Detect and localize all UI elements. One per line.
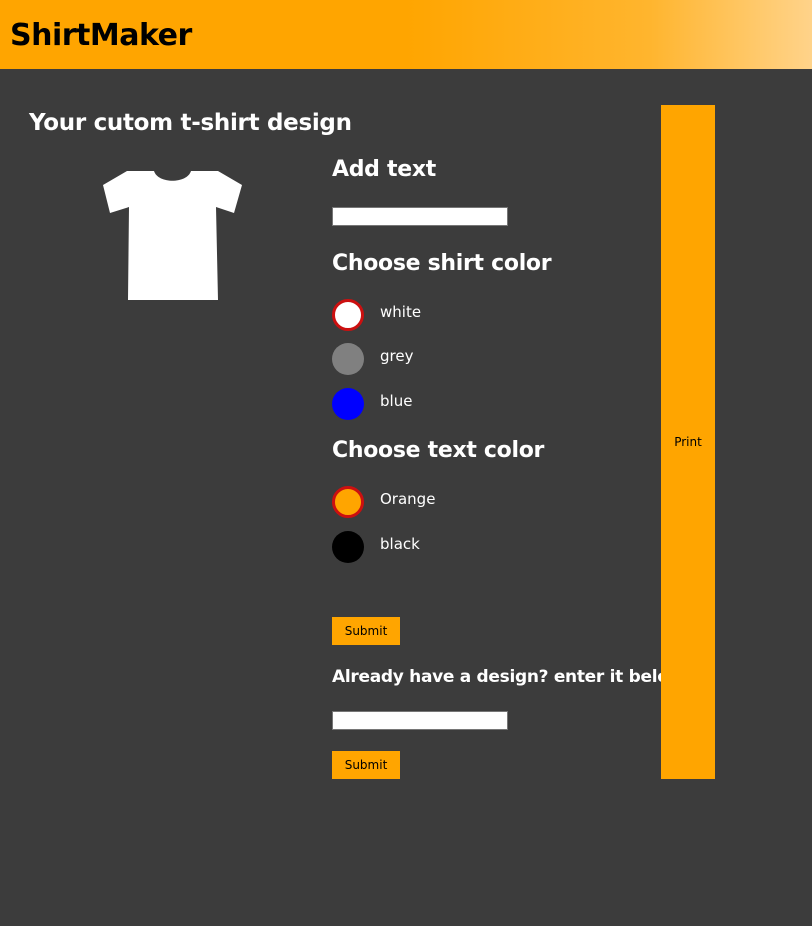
shirt-color-heading: Choose shirt color <box>332 251 552 276</box>
tshirt-shape <box>103 171 242 300</box>
tshirt-preview-icon <box>103 171 242 300</box>
text-color-option-orange[interactable]: Orange <box>332 486 582 520</box>
add-text-heading: Add text <box>332 157 436 182</box>
shirt-color-option-grey[interactable]: grey <box>332 343 582 377</box>
blue-swatch-radio[interactable] <box>332 388 364 420</box>
black-swatch-radio[interactable] <box>332 531 364 563</box>
shirt-color-option-white[interactable]: white <box>332 299 582 333</box>
existing-design-input[interactable] <box>332 711 508 730</box>
app-header: ShirtMaker <box>0 0 812 69</box>
shirt-color-label-blue: blue <box>380 392 413 410</box>
shirt-color-label-white: white <box>380 303 422 321</box>
existing-design-heading: Already have a design? enter it below <box>332 667 685 687</box>
text-color-label-orange: Orange <box>380 490 436 508</box>
shirt-color-label-grey: grey <box>380 347 414 365</box>
submit-existing-design-button[interactable]: Submit <box>332 751 400 779</box>
white-swatch-radio[interactable] <box>332 299 364 331</box>
print-button[interactable]: Print <box>661 105 715 779</box>
text-color-option-black[interactable]: black <box>332 531 582 565</box>
orange-swatch-radio[interactable] <box>332 486 364 518</box>
grey-swatch-radio[interactable] <box>332 343 364 375</box>
text-color-label-black: black <box>380 535 420 553</box>
app-title: ShirtMaker <box>10 18 192 53</box>
design-title: Your cutom t-shirt design <box>29 110 352 136</box>
submit-design-button[interactable]: Submit <box>332 617 400 645</box>
shirt-color-option-blue[interactable]: blue <box>332 388 582 422</box>
text-color-heading: Choose text color <box>332 438 545 463</box>
add-text-input[interactable] <box>332 207 508 226</box>
